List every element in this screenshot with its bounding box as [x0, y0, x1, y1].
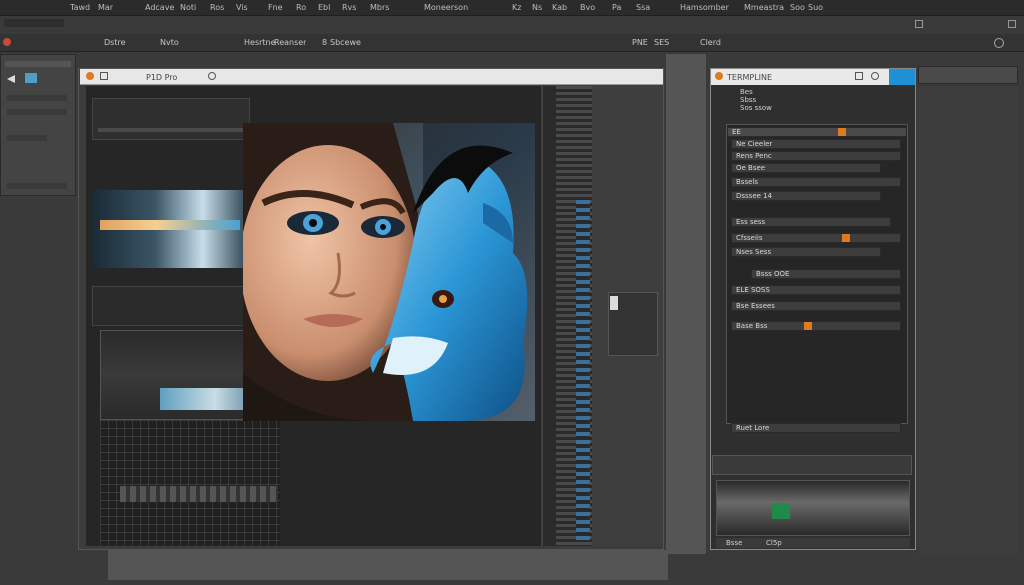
panel-header	[5, 61, 71, 67]
layer-icon[interactable]	[25, 73, 37, 83]
list-item[interactable]: Nses Sess	[731, 247, 881, 257]
color-swatch-icon	[838, 128, 846, 136]
arrow-icon[interactable]	[7, 75, 15, 83]
timeline-ruler	[120, 486, 278, 502]
dock-area	[918, 86, 1018, 556]
brush-icon[interactable]	[86, 72, 94, 80]
gutter	[666, 54, 706, 554]
dock-tab[interactable]	[918, 66, 1018, 84]
panel-icon	[715, 72, 723, 80]
panel-footer: Bsse Cl5p	[716, 538, 910, 548]
menu-item[interactable]: Ro	[296, 3, 306, 12]
list-item[interactable]: Dsssee 14	[731, 191, 881, 201]
color-swatch-icon	[804, 322, 812, 330]
menu-item[interactable]: Vis	[236, 3, 248, 12]
menu-item[interactable]: Adcave	[145, 3, 174, 12]
list-item[interactable]: ELE SOSS	[731, 285, 901, 295]
options-toolbar: Dstre Nvto Hesrtne Reanser Sbcewe 8 PNE …	[0, 34, 1024, 52]
window-button-icon[interactable]	[915, 20, 923, 28]
track-panel	[92, 286, 250, 326]
lock-icon[interactable]	[855, 72, 863, 80]
move-icon[interactable]	[100, 72, 108, 80]
menu-item[interactable]: Mar	[98, 3, 113, 12]
toolbar-item[interactable]: Dstre	[104, 38, 126, 47]
header-label: Sbss	[740, 96, 757, 104]
menu-item[interactable]: Soo	[790, 3, 805, 12]
toolbar-item[interactable]: 8	[322, 38, 327, 47]
list-item[interactable]: Bse Essees	[731, 301, 901, 311]
portrait-illustration	[243, 123, 535, 421]
tool-preset-icon[interactable]	[3, 38, 11, 46]
canvas-tab-label[interactable]: P1D Pro	[146, 73, 177, 82]
canvas-tab-bar: P1D Pro	[80, 69, 663, 85]
menu-item[interactable]: Ros	[210, 3, 224, 12]
toolbar-item[interactable]: Reanser	[274, 38, 306, 47]
list-item[interactable]: Bssels	[731, 177, 901, 187]
footer-label: Cl5p	[766, 539, 782, 547]
timeline-grid	[100, 420, 280, 545]
properties-header: TERMPLINE	[711, 69, 915, 85]
list-item[interactable]: Cfsseiis	[731, 233, 901, 243]
toolbar-item[interactable]: Sbcewe	[330, 38, 361, 47]
menu-item[interactable]: Kz	[512, 3, 521, 12]
header-label: Bes	[740, 88, 753, 96]
list-item[interactable]: Ne Cieeler	[731, 139, 901, 149]
menu-item[interactable]: Noti	[180, 3, 196, 12]
color-swatch-icon	[842, 234, 850, 242]
menu-item[interactable]: Mmeastra	[744, 3, 784, 12]
toolbar-item[interactable]: Clerd	[700, 38, 721, 47]
menu-item[interactable]: Ns	[532, 3, 542, 12]
footer-label: Bsse	[726, 539, 743, 547]
toolbar-item[interactable]: Hesrtne	[244, 38, 276, 47]
toolbar-item[interactable]: Nvto	[160, 38, 179, 47]
list-item[interactable]: Ess sess	[731, 217, 891, 227]
track-line	[98, 128, 248, 132]
properties-title: TERMPLINE	[727, 73, 773, 82]
menu-bar: Tawd Mar Adcave Noti Ros Vis Fne Ro Ebl …	[0, 0, 1024, 16]
menu-item[interactable]: Ssa	[636, 3, 650, 12]
menu-item[interactable]: Suo	[808, 3, 823, 12]
panel-mode-button[interactable]	[889, 69, 915, 85]
panel-row[interactable]	[7, 183, 67, 189]
panel-row[interactable]	[7, 95, 67, 101]
panel-row[interactable]	[7, 109, 67, 115]
close-icon[interactable]	[1008, 20, 1016, 28]
settings-icon[interactable]	[994, 38, 1004, 48]
mini-toolbar	[712, 455, 912, 475]
menu-item[interactable]: Bvo	[580, 3, 595, 12]
menu-item[interactable]: Hamsomber	[680, 3, 729, 12]
histogram-marker[interactable]	[772, 503, 790, 519]
menu-item[interactable]: Fne	[268, 3, 283, 12]
menu-item[interactable]: Rvs	[342, 3, 356, 12]
list-item[interactable]: EE	[727, 127, 907, 137]
clip-highlight	[100, 220, 240, 230]
list-item[interactable]: Oe Bsee	[731, 163, 881, 173]
navigator-icon[interactable]	[610, 296, 618, 310]
menu-item[interactable]: Tawd	[70, 3, 90, 12]
tools-panel	[0, 54, 76, 196]
secondary-bar	[4, 19, 64, 27]
list-item[interactable]: Bsss OOE	[751, 269, 901, 279]
toolbar-item[interactable]: PNE	[632, 38, 648, 47]
properties-list: EE Ne Cieeler Rens Penc Oe Bsee Bssels D…	[726, 124, 908, 433]
menu-item[interactable]: Kab	[552, 3, 567, 12]
toolbar-item[interactable]: SES	[654, 38, 669, 47]
menu-item[interactable]: Pa	[612, 3, 621, 12]
list-item[interactable]: Base Bss	[731, 321, 901, 331]
list-item[interactable]: Rens Penc	[731, 151, 901, 161]
zoom-icon[interactable]	[208, 72, 216, 80]
scrollbar-track[interactable]	[542, 86, 556, 546]
menu-item[interactable]: Ebl	[318, 3, 330, 12]
histogram-panel	[716, 480, 910, 536]
layer-thumbnails[interactable]	[576, 200, 590, 540]
list-item[interactable]: Ruet Lore	[731, 423, 901, 433]
header-label: Sos ssow	[740, 104, 772, 112]
eye-icon[interactable]	[871, 72, 879, 80]
status-area	[108, 550, 668, 580]
panel-row[interactable]	[7, 135, 47, 141]
track-panel	[92, 98, 250, 140]
artwork-image	[243, 123, 535, 421]
menu-item[interactable]: Moneerson	[424, 3, 468, 12]
menu-item[interactable]: Mbrs	[370, 3, 389, 12]
